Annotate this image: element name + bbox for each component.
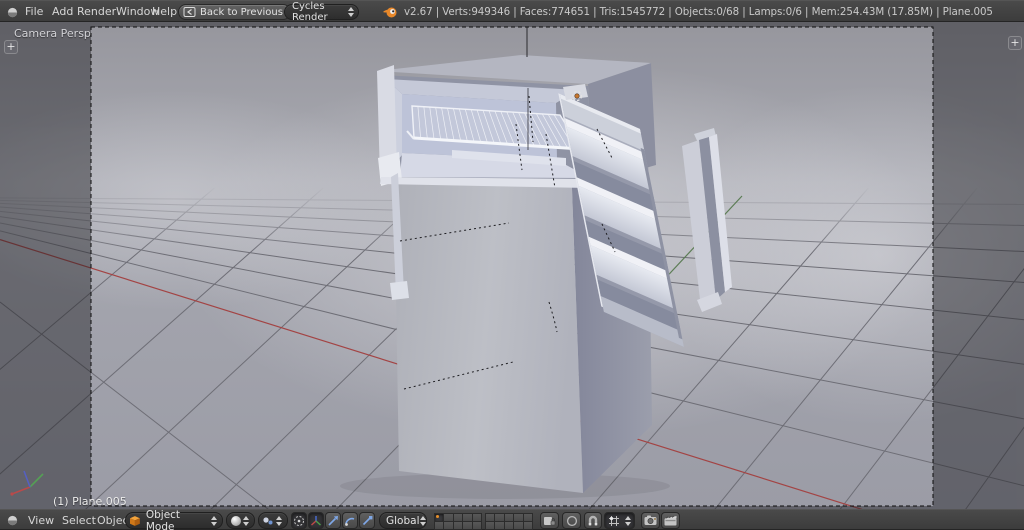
layers-widget-group-2[interactable]	[485, 513, 533, 530]
opengl-render-still-button[interactable]	[641, 512, 660, 529]
manipulate-center-points-toggle[interactable]	[291, 512, 307, 529]
dropdown-arrows-icon	[243, 515, 250, 526]
opengl-render-animation-button[interactable]	[661, 512, 680, 529]
lock-to-scene-toggle[interactable]	[540, 512, 559, 529]
cabinet-hinge-bracket	[390, 281, 409, 300]
snap-toggle[interactable]	[584, 512, 602, 529]
rotate-manipulator-button[interactable]	[342, 512, 358, 529]
snap-element-selector[interactable]	[604, 512, 635, 529]
object-mode-cube-icon	[129, 515, 140, 526]
menu-select[interactable]: Select	[62, 510, 96, 530]
snap-increment-icon	[609, 515, 619, 526]
tool-shelf-expand-button[interactable]: +	[4, 40, 18, 54]
viewport-header: View Select Object Object Mode Global	[0, 509, 1024, 530]
dropdown-arrows-icon	[348, 7, 354, 17]
center-points-icon	[294, 515, 304, 526]
scene-statistics: v2.67 | Verts:949346 | Faces:774651 | Tr…	[404, 6, 993, 18]
menu-help[interactable]: Help	[152, 1, 177, 23]
manipulator-widget-toggle[interactable]	[308, 512, 324, 529]
info-header: File Add Render Window Help Back to Prev…	[0, 0, 1024, 23]
active-layer-dot	[436, 515, 439, 518]
cabinet-front-face	[394, 161, 583, 493]
menu-render[interactable]: Render	[77, 1, 116, 23]
render-camera-icon	[644, 515, 657, 525]
viewport-scene	[0, 22, 1024, 509]
proportional-edit-selector[interactable]	[562, 512, 581, 529]
menu-add[interactable]: Add	[52, 1, 73, 23]
blender-logo-icon	[383, 7, 397, 18]
scale-manipulator-button[interactable]	[359, 512, 375, 529]
3d-viewport[interactable]: Camera Persp (1) Plane.005 + +	[0, 22, 1024, 509]
translate-manipulator-button[interactable]	[325, 512, 341, 529]
back-icon	[183, 7, 196, 17]
clapperboard-icon	[664, 515, 677, 526]
transform-orientation-selector[interactable]: Global	[379, 512, 427, 529]
dropdown-arrows-icon	[211, 515, 218, 526]
scene-lock-icon	[544, 516, 556, 525]
mode-selector[interactable]: Object Mode	[125, 509, 223, 530]
translate-arrow-icon	[328, 515, 338, 526]
dropdown-arrows-icon	[419, 515, 425, 526]
active-object-label: (1) Plane.005	[53, 495, 127, 508]
dropdown-arrows-icon	[625, 515, 632, 526]
properties-shelf-expand-button[interactable]: +	[1008, 36, 1022, 50]
back-to-previous-button[interactable]: Back to Previous	[178, 4, 291, 20]
layers-widget-group-1[interactable]	[434, 513, 482, 530]
scale-icon	[362, 515, 373, 525]
solid-shading-sphere-icon	[231, 515, 241, 526]
axis-tripod-icon	[311, 515, 321, 526]
proportional-circle-icon	[566, 515, 577, 526]
dropdown-arrows-icon	[276, 515, 283, 526]
median-point-icon	[263, 516, 273, 524]
editor-type-icon[interactable]	[6, 6, 19, 19]
rotate-arc-icon	[345, 517, 355, 526]
view-name-label: Camera Persp	[14, 27, 91, 40]
viewport-shading-selector[interactable]	[226, 512, 255, 529]
editor-type-icon[interactable]	[6, 514, 19, 527]
blender-window: File Add Render Window Help Back to Prev…	[0, 0, 1024, 530]
render-engine-selector[interactable]: Cycles Render	[284, 1, 359, 23]
menu-view[interactable]: View	[28, 510, 54, 530]
magnet-icon	[588, 515, 598, 525]
menu-file[interactable]: File	[25, 1, 43, 23]
pivot-point-selector[interactable]	[258, 512, 288, 529]
